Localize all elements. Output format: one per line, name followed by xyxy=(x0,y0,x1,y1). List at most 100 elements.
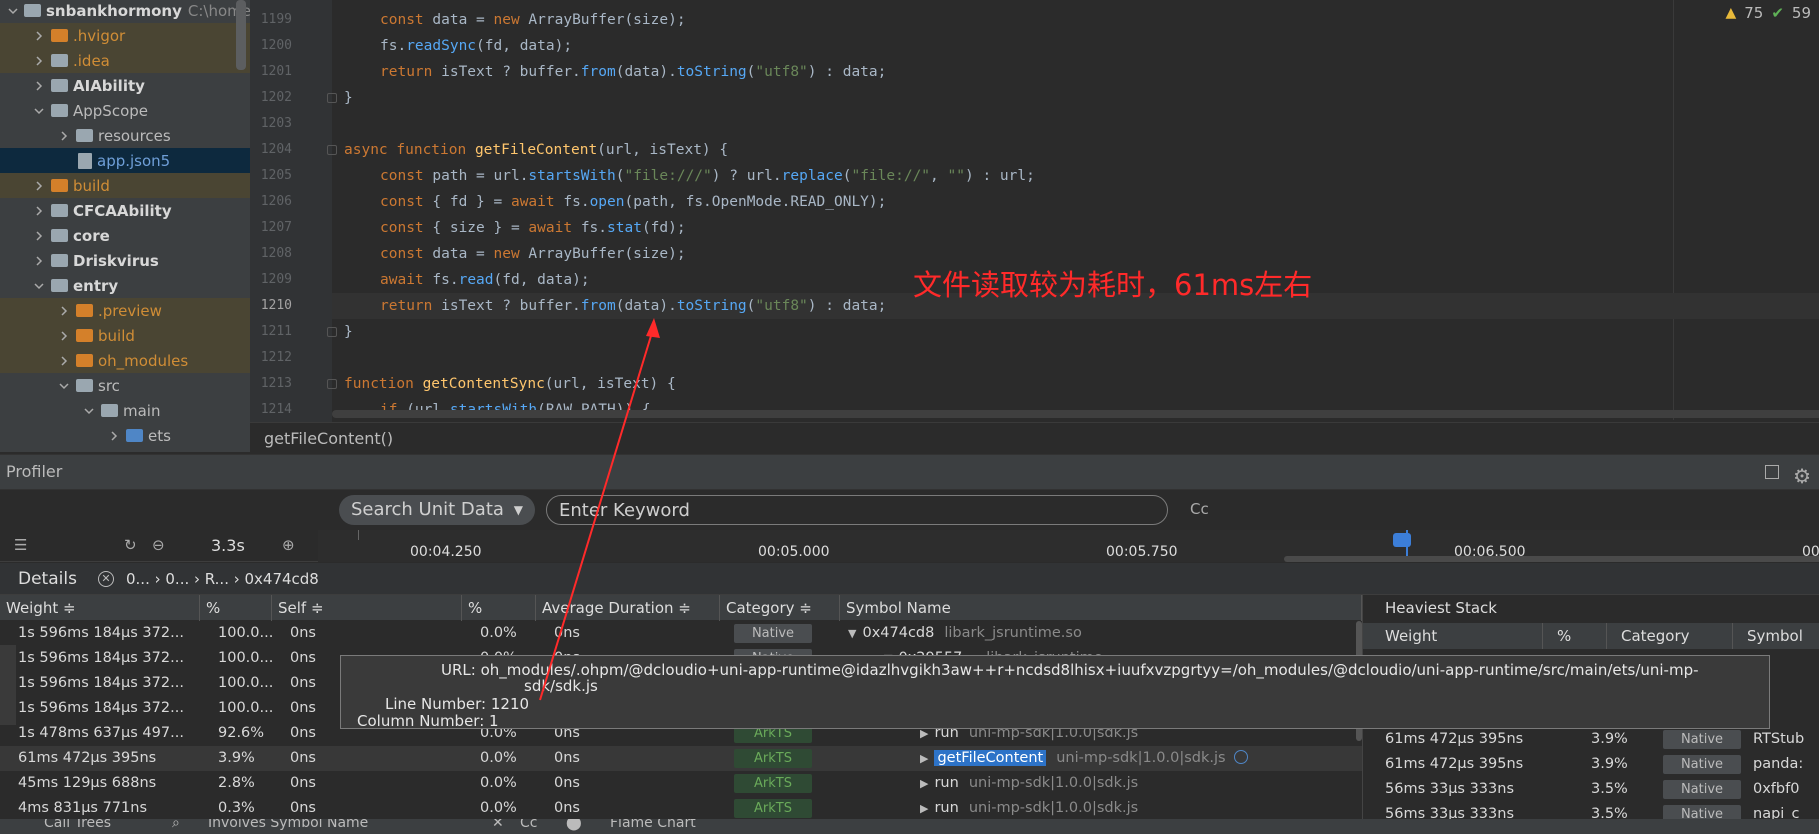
gear-icon[interactable]: ⚙ xyxy=(1793,459,1811,493)
chevron-right-icon[interactable] xyxy=(58,130,70,142)
editor-horizontal-scrollbar[interactable] xyxy=(332,410,1819,418)
list-icon[interactable]: ☰ xyxy=(14,536,27,554)
tree-item[interactable]: CFCAAbility xyxy=(0,198,250,223)
chevron-right-icon[interactable] xyxy=(33,255,45,267)
keyword-input[interactable] xyxy=(546,495,1168,525)
symbol-cell[interactable]: ▶ getFileContent uni-mp-sdk|1.0.0|sdk.js xyxy=(920,746,1248,771)
heaviest-column-header[interactable]: Symbol xyxy=(1733,623,1819,649)
close-icon[interactable]: ✕ xyxy=(98,571,114,587)
chevron-right-icon[interactable] xyxy=(108,430,120,442)
match-case-toggle[interactable]: Cc xyxy=(1190,500,1209,518)
table-row[interactable]: 1s 596ms 184μs 372... 100.0... 0ns 0.0% 0ns N… xyxy=(0,621,1362,646)
code-line[interactable]: const path = url.startsWith("file:///") … xyxy=(380,163,1035,189)
chevron-right-icon[interactable] xyxy=(33,55,45,67)
code-line[interactable]: const data = new ArrayBuffer(size); xyxy=(380,7,686,33)
column-header[interactable]: % xyxy=(462,595,536,621)
range-handle[interactable] xyxy=(1393,533,1411,547)
code-line[interactable]: await fs.read(fd, data); xyxy=(380,267,590,293)
code-line[interactable]: } xyxy=(344,85,353,111)
code-line[interactable]: const { fd } = await fs.open(path, fs.Op… xyxy=(380,189,886,215)
timeline-track[interactable]: 00:04.250 00:05.000 00:05.750 00:06.500 … xyxy=(318,530,1819,562)
side-expander[interactable] xyxy=(0,645,16,725)
code-line[interactable]: fs.readSync(fd, data); xyxy=(380,33,572,59)
chevron-down-icon[interactable] xyxy=(33,105,45,117)
tree-item[interactable]: oh_modules xyxy=(0,348,250,373)
tree-item[interactable]: .idea xyxy=(0,48,250,73)
chevron-right-icon[interactable] xyxy=(58,355,70,367)
refresh-icon[interactable]: ↻ xyxy=(124,536,137,554)
column-header[interactable]: Weight ≑ xyxy=(0,595,200,621)
bottom-case-toggle[interactable]: Cc xyxy=(520,819,537,831)
tree-item[interactable]: ets xyxy=(0,423,250,448)
chevron-right-icon[interactable] xyxy=(33,205,45,217)
chevron-down-icon[interactable] xyxy=(83,405,95,417)
column-header[interactable]: % xyxy=(200,595,272,621)
heaviest-row[interactable]: 61ms 472μs 395ns 3.9% Native RTStub xyxy=(1363,727,1819,752)
tree-item[interactable]: main xyxy=(0,398,250,423)
table-row[interactable]: 45ms 129μs 688ns 2.8% 0ns 0.0% 0ns ArkTS ▶ run u… xyxy=(0,771,1362,796)
tree-item[interactable]: .preview xyxy=(0,298,250,323)
column-header[interactable]: Category ≑ xyxy=(720,595,840,621)
call-trees-tab[interactable]: Call Trees xyxy=(44,819,111,831)
details-breadcrumb[interactable]: 0... › 0... › R... › 0x474cd8 xyxy=(126,563,319,595)
search-unit-dropdown[interactable]: Search Unit Data ▼ xyxy=(339,495,535,525)
heaviest-column-header[interactable]: Category xyxy=(1607,623,1733,649)
chevron-right-icon[interactable] xyxy=(33,230,45,242)
code-line[interactable]: return isText ? buffer.from(data).toStri… xyxy=(380,59,886,85)
heaviest-column-header[interactable]: % xyxy=(1543,623,1607,649)
tree-item[interactable]: src xyxy=(0,373,250,398)
chevron-right-icon[interactable] xyxy=(58,305,70,317)
expand-right-icon[interactable]: ▶ xyxy=(920,777,928,790)
expand-right-icon[interactable]: ▶ xyxy=(920,752,928,765)
fold-marker-icon[interactable] xyxy=(327,327,337,337)
chevron-down-icon[interactable] xyxy=(8,5,18,17)
zoom-out-icon[interactable]: ⊖ xyxy=(152,536,165,554)
tree-item[interactable]: .hvigor xyxy=(0,23,250,48)
flame-chart-toggle-icon[interactable]: ⬤ xyxy=(566,819,582,831)
tree-item[interactable]: build xyxy=(0,173,250,198)
heaviest-row[interactable]: 61ms 472μs 395ns 3.9% Native panda: xyxy=(1363,752,1819,777)
code-line[interactable]: const { size } = await fs.stat(fd); xyxy=(380,215,686,241)
tree-item[interactable]: Driskvirus xyxy=(0,248,250,273)
chevron-right-icon[interactable] xyxy=(33,30,45,42)
involves-symbol-input[interactable]: Involves Symbol Name xyxy=(208,819,368,831)
heaviest-column-header[interactable]: Weight xyxy=(1363,623,1543,649)
code-line[interactable]: return isText ? buffer.from(data).toStri… xyxy=(380,293,886,319)
symbol-cell[interactable]: ▼ 0x474cd8 libark_jsruntime.so xyxy=(848,621,1082,646)
tree-item[interactable]: AIAbility xyxy=(0,73,250,98)
symbol-cell[interactable]: ▶ run uni-mp-sdk|1.0.0|sdk.js xyxy=(920,796,1138,821)
code-line[interactable]: } xyxy=(344,319,353,345)
fold-marker-icon[interactable] xyxy=(327,379,337,389)
symbol-cell[interactable]: ▶ run uni-mp-sdk|1.0.0|sdk.js xyxy=(920,771,1138,796)
tree-item[interactable]: resources xyxy=(0,123,250,148)
table-row[interactable]: 61ms 472μs 395ns 3.9% 0ns 0.0% 0ns ArkTS ▶ getF… xyxy=(0,746,1362,771)
clear-icon[interactable]: ✕ xyxy=(492,819,504,831)
zoom-in-icon[interactable]: ⊕ xyxy=(282,536,295,554)
tree-item[interactable]: snbankhormony C:\home\ xyxy=(0,0,250,23)
maximize-icon[interactable] xyxy=(1765,465,1779,479)
inspection-widget[interactable]: ▲ 75 ✔ 59 xyxy=(1725,4,1811,22)
column-header[interactable]: Self ≑ xyxy=(272,595,462,621)
tree-item[interactable]: entry xyxy=(0,273,250,298)
tree-item[interactable]: core xyxy=(0,223,250,248)
chevron-right-icon[interactable] xyxy=(58,330,70,342)
breadcrumb-function[interactable]: getFileContent() xyxy=(264,429,393,448)
column-header[interactable]: Symbol Name xyxy=(840,595,1362,621)
code-line[interactable]: function getContentSync(url, isText) { xyxy=(344,371,676,397)
code-line[interactable]: const data = new ArrayBuffer(size); xyxy=(380,241,686,267)
expand-right-icon[interactable]: ▶ xyxy=(920,802,928,815)
tree-item[interactable]: build xyxy=(0,323,250,348)
code-line[interactable]: async function getFileContent(url, isTex… xyxy=(344,137,728,163)
timeline-scrollbar[interactable] xyxy=(1284,556,1819,562)
expand-down-icon[interactable]: ▼ xyxy=(848,627,856,640)
code-editor[interactable]: 1199 1200 1201 1202 1203 1204 1205 1206 1207 1208… xyxy=(250,0,1819,422)
chevron-right-icon[interactable] xyxy=(33,180,45,192)
tree-item[interactable]: app.json5 xyxy=(0,148,250,173)
editor-breadcrumb[interactable]: getFileContent() xyxy=(250,422,1819,454)
fold-marker-icon[interactable] xyxy=(327,93,337,103)
table-row[interactable]: 4ms 831μs 771ns 0.3% 0ns 0.0% 0ns ArkTS ▶ run un… xyxy=(0,796,1362,821)
chevron-down-icon[interactable] xyxy=(58,380,70,392)
column-header[interactable]: Average Duration ≑ xyxy=(536,595,720,621)
heaviest-row[interactable]: 56ms 33μs 333ns 3.5% Native 0xfbf0 xyxy=(1363,777,1819,802)
chevron-down-icon[interactable] xyxy=(33,280,45,292)
